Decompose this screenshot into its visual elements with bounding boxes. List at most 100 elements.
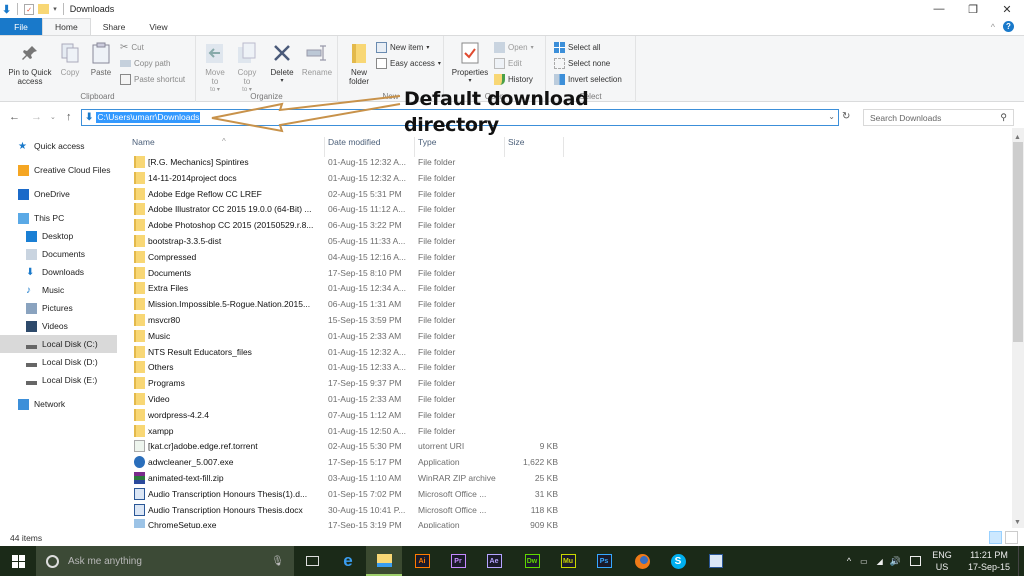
pin-to-quick-access-button[interactable]: Pin to Quick access	[4, 40, 56, 86]
history-button[interactable]: History	[494, 72, 533, 86]
column-type[interactable]: Type	[418, 137, 436, 147]
taskbar-photoshop-button[interactable]: Ps	[586, 546, 622, 576]
move-to-button[interactable]: Move to to ▾	[202, 40, 228, 95]
nav-item[interactable]: Desktop	[0, 227, 117, 245]
cut-button[interactable]: ✂ Cut	[120, 40, 144, 54]
back-button[interactable]: ←	[9, 111, 20, 123]
action-center-icon[interactable]	[910, 556, 921, 566]
new-item-button[interactable]: New item ▾	[376, 40, 429, 54]
file-row[interactable]: ChromeSetup.exe 17-Sep-15 3:19 PM Applicat…	[124, 517, 564, 528]
new-folder-quick-icon[interactable]	[38, 4, 50, 14]
file-row[interactable]: NTS Result Educators_files 01-Aug-15 12:3…	[124, 344, 564, 360]
copy-to-button[interactable]: Copy to to ▾	[234, 40, 260, 95]
properties-quick-icon[interactable]: ✓	[24, 3, 35, 15]
customize-quick-access-icon[interactable]: ▾	[53, 5, 57, 13]
details-view-icon[interactable]	[989, 531, 1002, 544]
language-indicator[interactable]: ENG US	[930, 549, 954, 573]
nav-item[interactable]: Creative Cloud Files	[0, 161, 117, 179]
taskbar-illustrator-button[interactable]: Ai	[404, 546, 440, 576]
tab-home[interactable]: Home	[42, 18, 91, 35]
rename-button[interactable]: Rename	[300, 40, 334, 77]
file-row[interactable]: Music 01-Aug-15 2:33 AM File folder	[124, 328, 564, 344]
paste-button[interactable]: Paste	[88, 40, 114, 77]
scroll-up-icon[interactable]: ▲	[1014, 134, 1021, 141]
file-row[interactable]: Adobe Photoshop CC 2015 (20150529.r.8...…	[124, 217, 564, 233]
file-row[interactable]: Audio Transcription Honours Thesis.docx 3…	[124, 502, 564, 518]
address-path[interactable]: C:\Users\umarr\Downloads	[96, 112, 201, 123]
nav-item[interactable]: Local Disk (C:)	[0, 335, 117, 353]
nav-item[interactable]: ♪ Music	[0, 281, 117, 299]
column-size[interactable]: Size	[508, 137, 525, 147]
easy-access-button[interactable]: Easy access ▾	[376, 56, 441, 70]
nav-item[interactable]: ★ Quick access	[0, 137, 117, 155]
show-hidden-icons-icon[interactable]: ^	[847, 556, 851, 566]
taskbar-word-button[interactable]	[698, 546, 734, 576]
address-dropdown-icon[interactable]: ⌄	[828, 112, 835, 121]
file-row[interactable]: Extra Files 01-Aug-15 12:34 A... File fold…	[124, 280, 564, 296]
taskbar-firefox-button[interactable]	[624, 546, 660, 576]
column-name[interactable]: Name	[132, 137, 155, 147]
microphone-icon[interactable]: 🎙	[271, 556, 284, 567]
file-row[interactable]: Programs 17-Sep-15 9:37 PM File folder	[124, 375, 564, 391]
minimize-button[interactable]: —	[922, 0, 956, 18]
wifi-icon[interactable]: ◢	[877, 557, 883, 566]
taskbar-task-view-button[interactable]	[294, 546, 330, 576]
tab-file[interactable]: File	[0, 18, 42, 35]
file-row[interactable]: Compressed 04-Aug-15 12:16 A... File folde…	[124, 249, 564, 265]
start-button[interactable]	[0, 546, 36, 576]
select-none-button[interactable]: Select none	[554, 56, 610, 70]
taskbar-file-explorer-button[interactable]	[366, 546, 402, 576]
nav-item[interactable]: ⬇ Downloads	[0, 263, 117, 281]
recent-locations-button[interactable]: ⌄	[50, 113, 56, 121]
file-row[interactable]: [R.G. Mechanics] Spintires 01-Aug-15 12:3…	[124, 154, 564, 170]
forward-button[interactable]: →	[31, 111, 42, 123]
file-row[interactable]: [kat.cr]adobe.edge.ref.torrent 02-Aug-15 …	[124, 438, 564, 454]
file-row[interactable]: adwcleaner_5.007.exe 17-Sep-15 5:17 PM App…	[124, 454, 564, 470]
invert-selection-button[interactable]: Invert selection	[554, 72, 622, 86]
open-button[interactable]: Open ▾	[494, 40, 534, 54]
nav-item[interactable]: Pictures	[0, 299, 117, 317]
taskbar-dreamweaver-button[interactable]: Dw	[514, 546, 550, 576]
edit-button[interactable]: Edit	[494, 56, 522, 70]
nav-item[interactable]: Documents	[0, 245, 117, 263]
up-button[interactable]: ↑	[66, 111, 72, 123]
volume-icon[interactable]: 🔊	[890, 556, 901, 567]
file-row[interactable]: wordpress-4.2.4 07-Aug-15 1:12 AM File fol…	[124, 407, 564, 423]
nav-item[interactable]: Network	[0, 395, 117, 413]
nav-item[interactable]: Local Disk (E:)	[0, 371, 117, 389]
file-row[interactable]: Adobe Edge Reflow CC LREF 02-Aug-15 5:31 …	[124, 186, 564, 202]
taskbar-edge-button[interactable]: e	[330, 546, 366, 576]
collapse-ribbon-icon[interactable]: ^	[991, 22, 995, 32]
nav-item[interactable]: Videos	[0, 317, 117, 335]
file-row[interactable]: Documents 17-Sep-15 8:10 PM File folder	[124, 265, 564, 281]
paste-shortcut-button[interactable]: Paste shortcut	[120, 72, 185, 86]
large-icons-view-icon[interactable]	[1005, 531, 1018, 544]
nav-item[interactable]: OneDrive	[0, 185, 117, 203]
taskbar-muse-button[interactable]: Mu	[550, 546, 586, 576]
taskbar-premiere-button[interactable]: Pr	[440, 546, 476, 576]
vertical-scrollbar[interactable]: ▲ ▼	[1012, 128, 1024, 528]
file-row[interactable]: animated-text-fill.zip 03-Aug-15 1:10 AM W…	[124, 470, 564, 486]
battery-icon[interactable]: ▭	[860, 557, 868, 566]
taskbar-skype-button[interactable]: S	[660, 546, 696, 576]
file-row[interactable]: 14-11-2014project docs 01-Aug-15 12:32 A.…	[124, 170, 564, 186]
file-row[interactable]: Video 01-Aug-15 2:33 AM File folder	[124, 391, 564, 407]
file-row[interactable]: Mission.Impossible.5-Rogue.Nation.2015..…	[124, 296, 564, 312]
tab-share[interactable]: Share	[91, 18, 138, 35]
file-row[interactable]: xampp 01-Aug-15 12:50 A... File folder	[124, 423, 564, 439]
nav-item[interactable]: This PC	[0, 209, 117, 227]
refresh-button[interactable]: ↻	[842, 111, 850, 122]
maximize-button[interactable]: ❐	[956, 0, 990, 18]
taskbar-after-effects-button[interactable]: Ae	[476, 546, 512, 576]
scrollbar-thumb[interactable]	[1013, 142, 1023, 342]
show-desktop-button[interactable]	[1018, 546, 1024, 576]
properties-button[interactable]: Properties ▾	[450, 40, 490, 86]
select-all-button[interactable]: Select all	[554, 40, 600, 54]
tab-view[interactable]: View	[137, 18, 179, 35]
file-row[interactable]: Adobe Illustrator CC 2015 19.0.0 (64-Bit…	[124, 201, 564, 217]
delete-button[interactable]: Delete ▾	[268, 40, 296, 86]
nav-item[interactable]: Local Disk (D:)	[0, 353, 117, 371]
cortana-search-box[interactable]: Ask me anything 🎙	[36, 546, 294, 576]
column-date-modified[interactable]: Date modified	[328, 137, 380, 147]
copy-path-button[interactable]: Copy path	[120, 56, 170, 70]
